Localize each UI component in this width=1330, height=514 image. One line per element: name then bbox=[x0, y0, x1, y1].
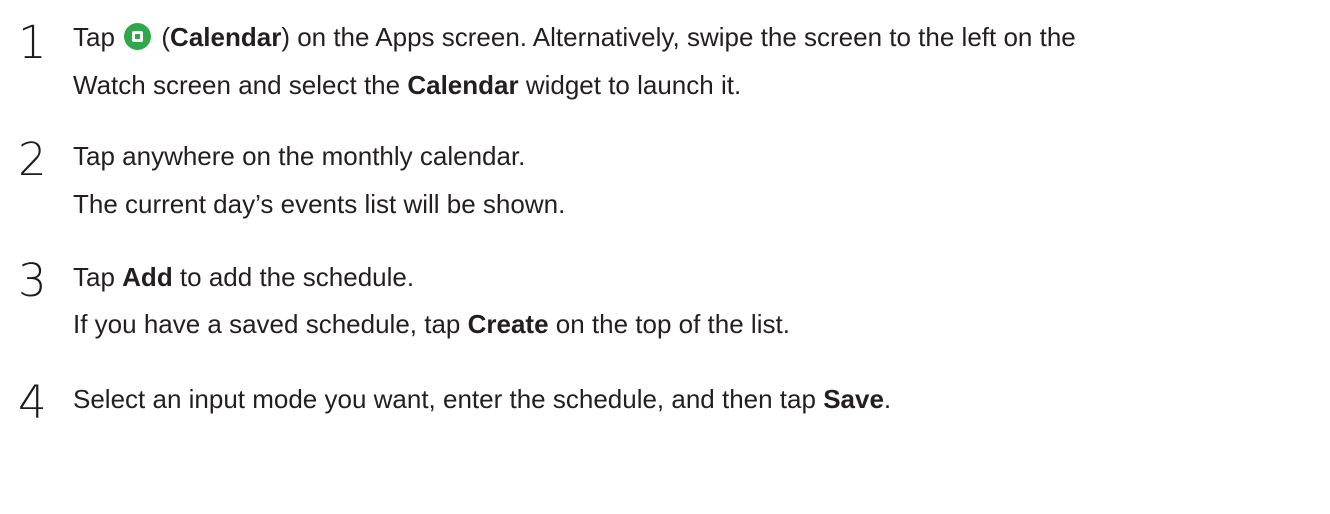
step-number: 1 bbox=[18, 16, 47, 69]
step-1-line-1: Tap (Calendar) on the Apps screen. Alter… bbox=[73, 22, 1076, 52]
create-label: Create bbox=[467, 309, 549, 339]
step-1-line-2: Watch screen and select the Calendar wid… bbox=[73, 70, 742, 100]
step-2-line-1: Tap anywhere on the monthly calendar. bbox=[73, 141, 526, 171]
instruction-steps: 1 Tap (Calendar) on the Apps screen. Alt… bbox=[0, 0, 1330, 514]
step-4-line-1: Select an input mode you want, enter the… bbox=[73, 384, 892, 414]
step-3-line-1: Tap Add to add the schedule. bbox=[73, 262, 415, 292]
step-number: 4 bbox=[18, 376, 47, 429]
calendar-app-label: Calendar bbox=[170, 22, 282, 52]
step-number: 3 bbox=[18, 254, 47, 307]
save-label: Save bbox=[823, 384, 884, 414]
calendar-widget-label: Calendar bbox=[407, 70, 519, 100]
add-label: Add bbox=[122, 262, 173, 292]
calendar-app-icon bbox=[124, 23, 152, 50]
step-3-line-2: If you have a saved schedule, tap Create… bbox=[73, 309, 790, 339]
step-2-line-2: The current day’s events list will be sh… bbox=[73, 189, 566, 219]
step-number: 2 bbox=[18, 133, 47, 186]
